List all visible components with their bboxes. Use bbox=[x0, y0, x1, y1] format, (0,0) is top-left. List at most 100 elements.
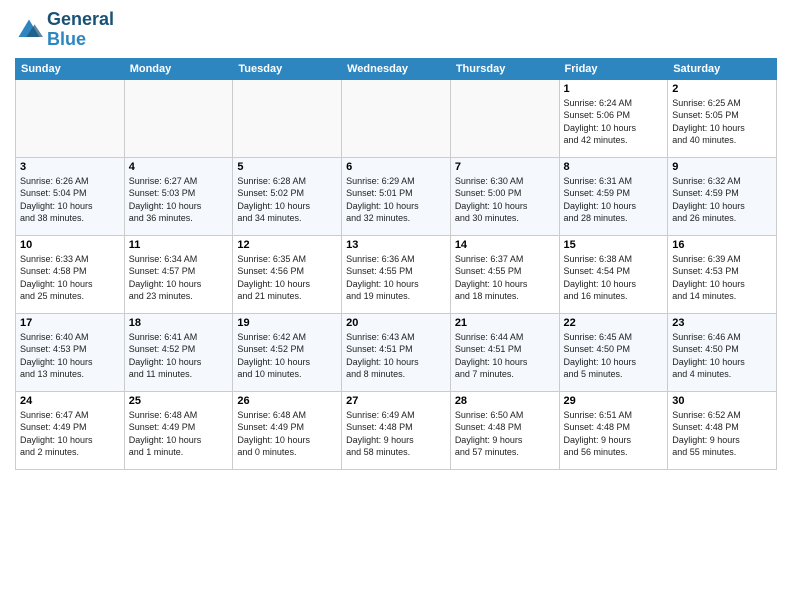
calendar-cell: 14 Sunrise: 6:37 AM Sunset: 4:55 PM Dayli… bbox=[450, 235, 559, 313]
day-number: 16 bbox=[672, 239, 772, 251]
day-number: 22 bbox=[564, 317, 664, 329]
calendar-week-row: 1 Sunrise: 6:24 AM Sunset: 5:06 PM Daylig… bbox=[16, 79, 777, 157]
calendar-cell: 12 Sunrise: 6:35 AM Sunset: 4:56 PM Dayli… bbox=[233, 235, 342, 313]
calendar-cell: 13 Sunrise: 6:36 AM Sunset: 4:55 PM Dayli… bbox=[342, 235, 451, 313]
weekday-header: Tuesday bbox=[233, 58, 342, 79]
calendar-cell: 24Sunrise: 6:47 AM Sunset: 4:49 PM Dayli… bbox=[16, 391, 125, 469]
day-number: 8 bbox=[564, 161, 664, 173]
calendar-cell: 22Sunrise: 6:45 AM Sunset: 4:50 PM Dayli… bbox=[559, 313, 668, 391]
day-number: 19 bbox=[237, 317, 337, 329]
weekday-header: Thursday bbox=[450, 58, 559, 79]
day-info: Sunrise: 6:34 AM Sunset: 4:57 PM Dayligh… bbox=[129, 253, 229, 303]
calendar-cell: 26 Sunrise: 6:48 AM Sunset: 4:49 PM Dayli… bbox=[233, 391, 342, 469]
day-number: 10 bbox=[20, 239, 120, 251]
calendar-cell: 7 Sunrise: 6:30 AM Sunset: 5:00 PM Daylig… bbox=[450, 157, 559, 235]
calendar-cell: 27 Sunrise: 6:49 AM Sunset: 4:48 PM Dayli… bbox=[342, 391, 451, 469]
day-info: Sunrise: 6:36 AM Sunset: 4:55 PM Dayligh… bbox=[346, 253, 446, 303]
day-number: 29 bbox=[564, 395, 664, 407]
calendar-cell bbox=[450, 79, 559, 157]
calendar-cell: 9Sunrise: 6:32 AM Sunset: 4:59 PM Daylig… bbox=[668, 157, 777, 235]
calendar-cell: 10 Sunrise: 6:33 AM Sunset: 4:58 PM Dayli… bbox=[16, 235, 125, 313]
day-info: Sunrise: 6:40 AM Sunset: 4:53 PM Dayligh… bbox=[20, 331, 120, 381]
calendar-cell: 4 Sunrise: 6:27 AM Sunset: 5:03 PM Daylig… bbox=[124, 157, 233, 235]
day-number: 4 bbox=[129, 161, 229, 173]
calendar-cell: 30Sunrise: 6:52 AM Sunset: 4:48 PM Dayli… bbox=[668, 391, 777, 469]
day-number: 17 bbox=[20, 317, 120, 329]
calendar-cell: 19Sunrise: 6:42 AM Sunset: 4:52 PM Dayli… bbox=[233, 313, 342, 391]
calendar: SundayMondayTuesdayWednesdayThursdayFrid… bbox=[15, 58, 777, 470]
logo: General Blue bbox=[15, 10, 114, 50]
day-number: 15 bbox=[564, 239, 664, 251]
day-number: 28 bbox=[455, 395, 555, 407]
day-number: 26 bbox=[237, 395, 337, 407]
calendar-week-row: 24Sunrise: 6:47 AM Sunset: 4:49 PM Dayli… bbox=[16, 391, 777, 469]
calendar-cell: 18 Sunrise: 6:41 AM Sunset: 4:52 PM Dayli… bbox=[124, 313, 233, 391]
calendar-cell: 16Sunrise: 6:39 AM Sunset: 4:53 PM Dayli… bbox=[668, 235, 777, 313]
day-number: 21 bbox=[455, 317, 555, 329]
day-info: Sunrise: 6:28 AM Sunset: 5:02 PM Dayligh… bbox=[237, 175, 337, 225]
day-number: 11 bbox=[129, 239, 229, 251]
calendar-cell: 11 Sunrise: 6:34 AM Sunset: 4:57 PM Dayli… bbox=[124, 235, 233, 313]
day-info: Sunrise: 6:46 AM Sunset: 4:50 PM Dayligh… bbox=[672, 331, 772, 381]
day-number: 7 bbox=[455, 161, 555, 173]
day-info: Sunrise: 6:52 AM Sunset: 4:48 PM Dayligh… bbox=[672, 409, 772, 459]
calendar-cell: 28 Sunrise: 6:50 AM Sunset: 4:48 PM Dayli… bbox=[450, 391, 559, 469]
day-number: 25 bbox=[129, 395, 229, 407]
calendar-cell: 15 Sunrise: 6:38 AM Sunset: 4:54 PM Dayli… bbox=[559, 235, 668, 313]
day-info: Sunrise: 6:35 AM Sunset: 4:56 PM Dayligh… bbox=[237, 253, 337, 303]
weekday-header: Wednesday bbox=[342, 58, 451, 79]
page: General Blue SundayMondayTuesdayWednesda… bbox=[0, 0, 792, 612]
day-info: Sunrise: 6:38 AM Sunset: 4:54 PM Dayligh… bbox=[564, 253, 664, 303]
calendar-cell: 17 Sunrise: 6:40 AM Sunset: 4:53 PM Dayli… bbox=[16, 313, 125, 391]
calendar-cell bbox=[342, 79, 451, 157]
day-number: 12 bbox=[237, 239, 337, 251]
calendar-week-row: 10 Sunrise: 6:33 AM Sunset: 4:58 PM Dayli… bbox=[16, 235, 777, 313]
weekday-header: Friday bbox=[559, 58, 668, 79]
header: General Blue bbox=[15, 10, 777, 50]
day-info: Sunrise: 6:48 AM Sunset: 4:49 PM Dayligh… bbox=[129, 409, 229, 459]
calendar-cell: 21 Sunrise: 6:44 AM Sunset: 4:51 PM Dayli… bbox=[450, 313, 559, 391]
day-info: Sunrise: 6:25 AM Sunset: 5:05 PM Dayligh… bbox=[672, 97, 772, 147]
day-number: 5 bbox=[237, 161, 337, 173]
calendar-cell: 25 Sunrise: 6:48 AM Sunset: 4:49 PM Dayli… bbox=[124, 391, 233, 469]
day-info: Sunrise: 6:26 AM Sunset: 5:04 PM Dayligh… bbox=[20, 175, 120, 225]
day-number: 18 bbox=[129, 317, 229, 329]
day-number: 6 bbox=[346, 161, 446, 173]
calendar-cell: 1 Sunrise: 6:24 AM Sunset: 5:06 PM Daylig… bbox=[559, 79, 668, 157]
day-number: 9 bbox=[672, 161, 772, 173]
day-info: Sunrise: 6:41 AM Sunset: 4:52 PM Dayligh… bbox=[129, 331, 229, 381]
day-number: 27 bbox=[346, 395, 446, 407]
calendar-cell: 2Sunrise: 6:25 AM Sunset: 5:05 PM Daylig… bbox=[668, 79, 777, 157]
calendar-cell bbox=[233, 79, 342, 157]
day-number: 1 bbox=[564, 83, 664, 95]
weekday-header: Sunday bbox=[16, 58, 125, 79]
day-info: Sunrise: 6:37 AM Sunset: 4:55 PM Dayligh… bbox=[455, 253, 555, 303]
calendar-cell: 5 Sunrise: 6:28 AM Sunset: 5:02 PM Daylig… bbox=[233, 157, 342, 235]
day-number: 3 bbox=[20, 161, 120, 173]
day-number: 13 bbox=[346, 239, 446, 251]
calendar-week-row: 17 Sunrise: 6:40 AM Sunset: 4:53 PM Dayli… bbox=[16, 313, 777, 391]
day-info: Sunrise: 6:24 AM Sunset: 5:06 PM Dayligh… bbox=[564, 97, 664, 147]
day-number: 14 bbox=[455, 239, 555, 251]
day-info: Sunrise: 6:51 AM Sunset: 4:48 PM Dayligh… bbox=[564, 409, 664, 459]
calendar-cell: 6Sunrise: 6:29 AM Sunset: 5:01 PM Daylig… bbox=[342, 157, 451, 235]
weekday-header: Saturday bbox=[668, 58, 777, 79]
day-info: Sunrise: 6:33 AM Sunset: 4:58 PM Dayligh… bbox=[20, 253, 120, 303]
day-info: Sunrise: 6:44 AM Sunset: 4:51 PM Dayligh… bbox=[455, 331, 555, 381]
calendar-cell: 29 Sunrise: 6:51 AM Sunset: 4:48 PM Dayli… bbox=[559, 391, 668, 469]
day-info: Sunrise: 6:48 AM Sunset: 4:49 PM Dayligh… bbox=[237, 409, 337, 459]
day-info: Sunrise: 6:30 AM Sunset: 5:00 PM Dayligh… bbox=[455, 175, 555, 225]
calendar-cell: 20 Sunrise: 6:43 AM Sunset: 4:51 PM Dayli… bbox=[342, 313, 451, 391]
day-info: Sunrise: 6:50 AM Sunset: 4:48 PM Dayligh… bbox=[455, 409, 555, 459]
weekday-header: Monday bbox=[124, 58, 233, 79]
calendar-cell: 3 Sunrise: 6:26 AM Sunset: 5:04 PM Daylig… bbox=[16, 157, 125, 235]
day-number: 24 bbox=[20, 395, 120, 407]
logo-icon bbox=[15, 16, 43, 44]
day-info: Sunrise: 6:43 AM Sunset: 4:51 PM Dayligh… bbox=[346, 331, 446, 381]
calendar-cell bbox=[124, 79, 233, 157]
logo-text: General Blue bbox=[47, 10, 114, 50]
day-info: Sunrise: 6:49 AM Sunset: 4:48 PM Dayligh… bbox=[346, 409, 446, 459]
day-number: 20 bbox=[346, 317, 446, 329]
day-info: Sunrise: 6:27 AM Sunset: 5:03 PM Dayligh… bbox=[129, 175, 229, 225]
calendar-cell bbox=[16, 79, 125, 157]
